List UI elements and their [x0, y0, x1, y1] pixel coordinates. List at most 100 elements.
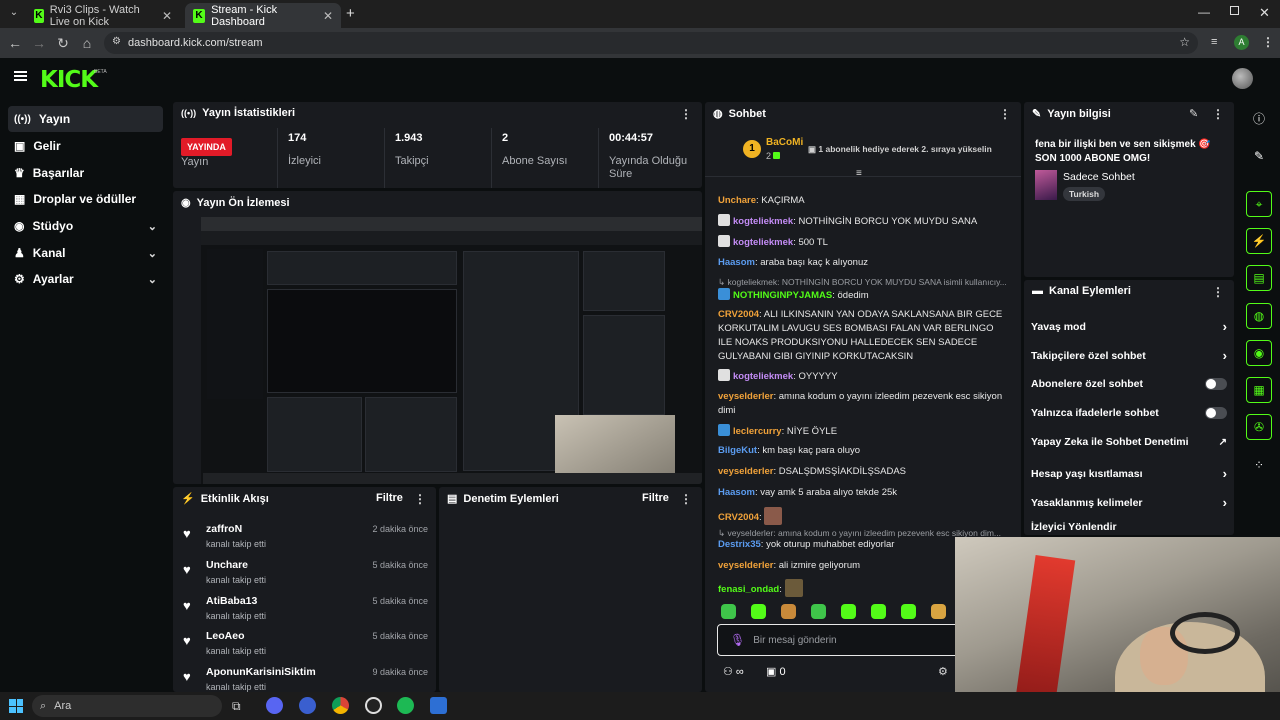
hamburger-menu-icon[interactable]: [14, 71, 27, 81]
broadcast-icon[interactable]: ◉: [1246, 340, 1272, 366]
info-icon[interactable]: ⓘ: [1246, 105, 1272, 131]
back-icon[interactable]: ←: [6, 34, 24, 52]
close-icon[interactable]: ✕: [323, 9, 333, 23]
more-options-icon[interactable]: ⋮: [414, 492, 426, 506]
edit-pencil-icon[interactable]: ✎: [1189, 107, 1198, 120]
media-controls-icon[interactable]: ≡: [1211, 36, 1217, 48]
more-options-icon[interactable]: ⋮: [1212, 107, 1224, 121]
category-name[interactable]: Sadece Sohbet: [1063, 171, 1135, 183]
user-avatar[interactable]: [1232, 68, 1253, 89]
browser-tab-dashboard[interactable]: K Stream - Kick Dashboard ✕: [185, 3, 341, 28]
obs-icon[interactable]: [365, 697, 382, 714]
sidebar-item-ayarlar[interactable]: ⚙ Ayarlar ⌄: [8, 266, 163, 292]
chrome-icon[interactable]: [332, 697, 349, 714]
emote-button[interactable]: [931, 604, 946, 619]
filter-button[interactable]: Filtre: [376, 492, 403, 504]
chat-username[interactable]: Unchare: [718, 195, 756, 206]
clip-icon[interactable]: ⌖: [1246, 191, 1272, 217]
layout-icon[interactable]: ▦: [1246, 377, 1272, 403]
lightning-icon[interactable]: ⚡: [1246, 228, 1272, 254]
activity-username[interactable]: zaffroN: [206, 523, 242, 535]
bookmark-star-icon[interactable]: ☆: [1179, 35, 1190, 49]
chat-username[interactable]: BilgeKut: [718, 445, 757, 456]
profile-avatar[interactable]: A: [1234, 35, 1249, 50]
emote-button[interactable]: [751, 604, 766, 619]
app-icon[interactable]: [299, 697, 316, 714]
channel-action-ai-moderation[interactable]: Yapay Zeka ile Sohbet Denetimi ↗: [1031, 436, 1227, 448]
chat-username[interactable]: veyselderler: [718, 391, 773, 402]
close-window-button[interactable]: ✕: [1259, 5, 1270, 21]
browser-tab-clips[interactable]: K Rvi3 Clips - Watch Live on Kick ✕: [26, 3, 180, 28]
activity-username[interactable]: LeoAeo: [206, 630, 245, 642]
subscribers-only-toggle[interactable]: [1205, 378, 1227, 390]
address-bar[interactable]: ⚙ dashboard.kick.com/stream ☆: [104, 32, 1198, 54]
home-icon[interactable]: ⌂: [78, 34, 96, 52]
clipboard-icon[interactable]: ▤: [1246, 265, 1272, 291]
chat-username[interactable]: leclercurry: [733, 426, 782, 437]
stream-preview-video[interactable]: [201, 217, 702, 484]
app-icon[interactable]: [430, 697, 447, 714]
channel-action-followers-only[interactable]: Takipçilere özel sohbet ›: [1031, 348, 1227, 363]
chat-username[interactable]: Haasom: [718, 487, 755, 498]
minimize-window-button[interactable]: —: [1198, 5, 1210, 19]
activity-username[interactable]: AtiBaba13: [206, 595, 257, 607]
chat-icon[interactable]: ◍: [1246, 303, 1272, 329]
more-options-icon[interactable]: ⋮: [999, 107, 1011, 121]
chat-username[interactable]: kogteliekmek: [733, 237, 793, 248]
chat-username[interactable]: kogteliekmek: [733, 371, 793, 382]
forward-icon[interactable]: →: [30, 34, 48, 52]
emote-button[interactable]: [841, 604, 856, 619]
edit-icon[interactable]: ✎: [1246, 143, 1272, 169]
more-options-icon[interactable]: ⋮: [1212, 285, 1224, 299]
browser-menu-icon[interactable]: ⋮: [1262, 35, 1274, 49]
channel-action-banned-words[interactable]: Yasaklanmış kelimeler ›: [1031, 495, 1227, 510]
new-tab-button[interactable]: +: [346, 5, 355, 22]
reload-icon[interactable]: ↻: [54, 34, 72, 52]
chat-username[interactable]: veyselderler: [718, 560, 773, 571]
discord-icon[interactable]: [266, 697, 283, 714]
sidebar-item-droplar[interactable]: ▦ Droplar ve ödüller: [8, 186, 163, 212]
more-options-icon[interactable]: ⋮: [680, 492, 692, 506]
chat-username[interactable]: NOTHINGINPYJAMAS: [733, 290, 832, 301]
more-options-icon[interactable]: ⋮: [680, 107, 692, 121]
collapse-icon[interactable]: ≡: [856, 168, 862, 179]
microphone-icon[interactable]: 🎙: [730, 633, 745, 647]
tab-search-button[interactable]: ⌄: [6, 7, 22, 21]
channel-action-slow-mode[interactable]: Yavaş mod ›: [1031, 319, 1227, 334]
sidebar-item-basarilar[interactable]: ♛ Başarılar: [8, 160, 163, 186]
restore-window-button[interactable]: [1230, 6, 1239, 15]
sidebar-item-yayin[interactable]: ((•)) Yayın: [8, 106, 163, 132]
close-icon[interactable]: ✕: [162, 9, 172, 23]
activity-username[interactable]: Unchare: [206, 559, 248, 571]
chat-username[interactable]: Haasom: [718, 257, 755, 268]
wrench-icon[interactable]: ✇: [1246, 414, 1272, 440]
pinned-username[interactable]: BaCoMi: [766, 137, 803, 148]
chat-username[interactable]: kogteliekmek: [733, 216, 793, 227]
channel-action-host[interactable]: İzleyici Yönlendir: [1031, 521, 1227, 533]
windows-start-icon[interactable]: [9, 699, 23, 713]
spotify-icon[interactable]: [397, 697, 414, 714]
chat-message-input[interactable]: 🎙 Bir mesaj gönderin: [717, 624, 977, 656]
taskbar-search[interactable]: ⌕ Ara: [32, 695, 222, 717]
chat-username[interactable]: CRV2004: [718, 512, 759, 523]
gift-counter[interactable]: ▣ 0: [766, 665, 786, 678]
task-view-icon[interactable]: ⧉: [232, 699, 241, 714]
sidebar-item-studyo[interactable]: ◉ Stüdyo ⌄: [8, 213, 163, 239]
kick-logo[interactable]: KICK: [40, 67, 98, 93]
chat-username[interactable]: fenasi_ondad: [718, 584, 779, 595]
emote-button[interactable]: [811, 604, 826, 619]
channel-action-account-age[interactable]: Hesap yaşı kısıtlaması ›: [1031, 466, 1227, 481]
emote-button[interactable]: [871, 604, 886, 619]
chat-username[interactable]: CRV2004: [718, 309, 759, 320]
emote-button[interactable]: [901, 604, 916, 619]
site-info-icon[interactable]: ⚙: [112, 36, 121, 47]
add-widget-icon[interactable]: ⁘: [1246, 452, 1272, 478]
sidebar-item-gelir[interactable]: ▣ Gelir: [8, 133, 163, 159]
emote-button[interactable]: [721, 604, 736, 619]
emote-only-toggle[interactable]: [1205, 407, 1227, 419]
emote-button[interactable]: [781, 604, 796, 619]
sidebar-item-kanal[interactable]: ♟ Kanal ⌄: [8, 240, 163, 266]
users-infinity-icon[interactable]: ⚇ ∞: [723, 665, 744, 678]
chat-username[interactable]: Destrix35: [718, 539, 761, 550]
chat-username[interactable]: veyselderler: [718, 466, 773, 477]
